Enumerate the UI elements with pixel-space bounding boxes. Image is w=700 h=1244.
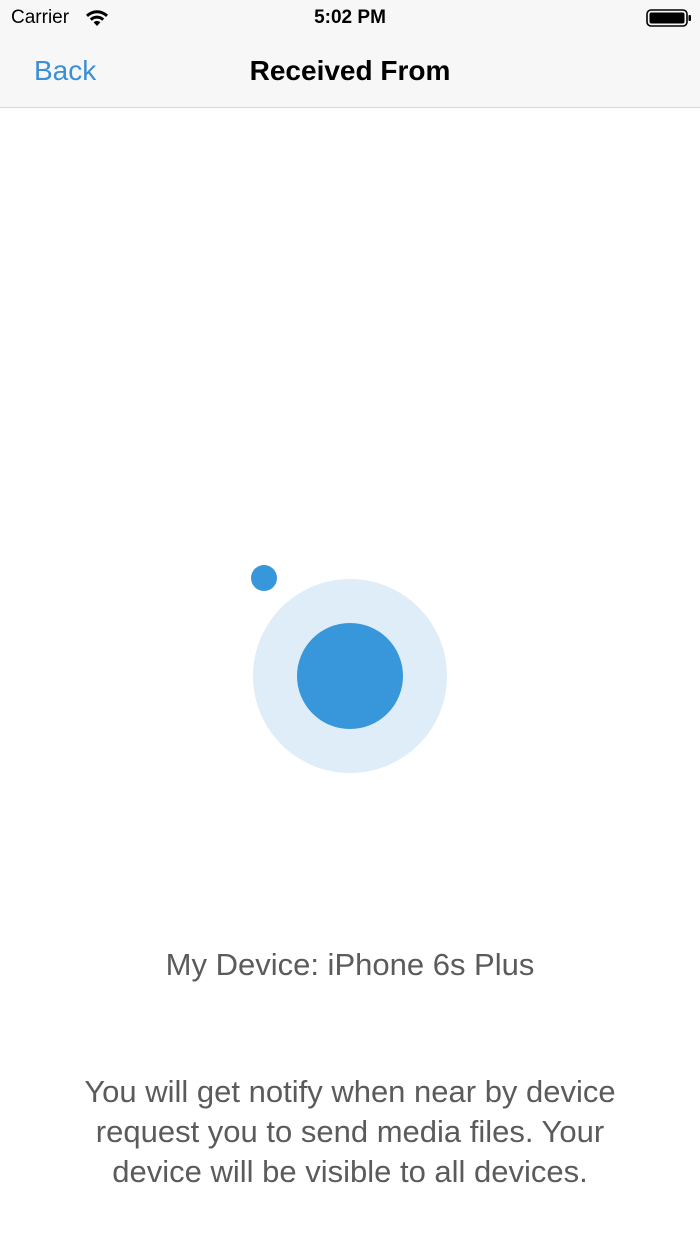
navigation-bar: Back Received From	[0, 36, 700, 108]
info-message: You will get notify when near by device …	[50, 1072, 650, 1192]
battery-icon	[646, 9, 691, 27]
top-bar: Carrier 5:02 PM Back Received From	[0, 0, 700, 108]
device-name-label: My Device: iPhone 6s Plus	[165, 947, 535, 982]
radar-icon	[251, 565, 447, 773]
radar-center-dot	[297, 623, 403, 729]
status-time: 5:02 PM	[314, 7, 386, 28]
status-bar: Carrier 5:02 PM	[0, 0, 700, 36]
page-title: Received From	[249, 55, 451, 86]
info-line-3: device will be visible to all devices.	[112, 1154, 588, 1189]
radar-satellite-dot	[251, 565, 277, 591]
info-line-1: You will get notify when near by device	[84, 1074, 616, 1109]
info-line-2: request you to send media files. Your	[95, 1114, 605, 1149]
screen: Carrier 5:02 PM Back Received From My De…	[0, 0, 700, 1244]
